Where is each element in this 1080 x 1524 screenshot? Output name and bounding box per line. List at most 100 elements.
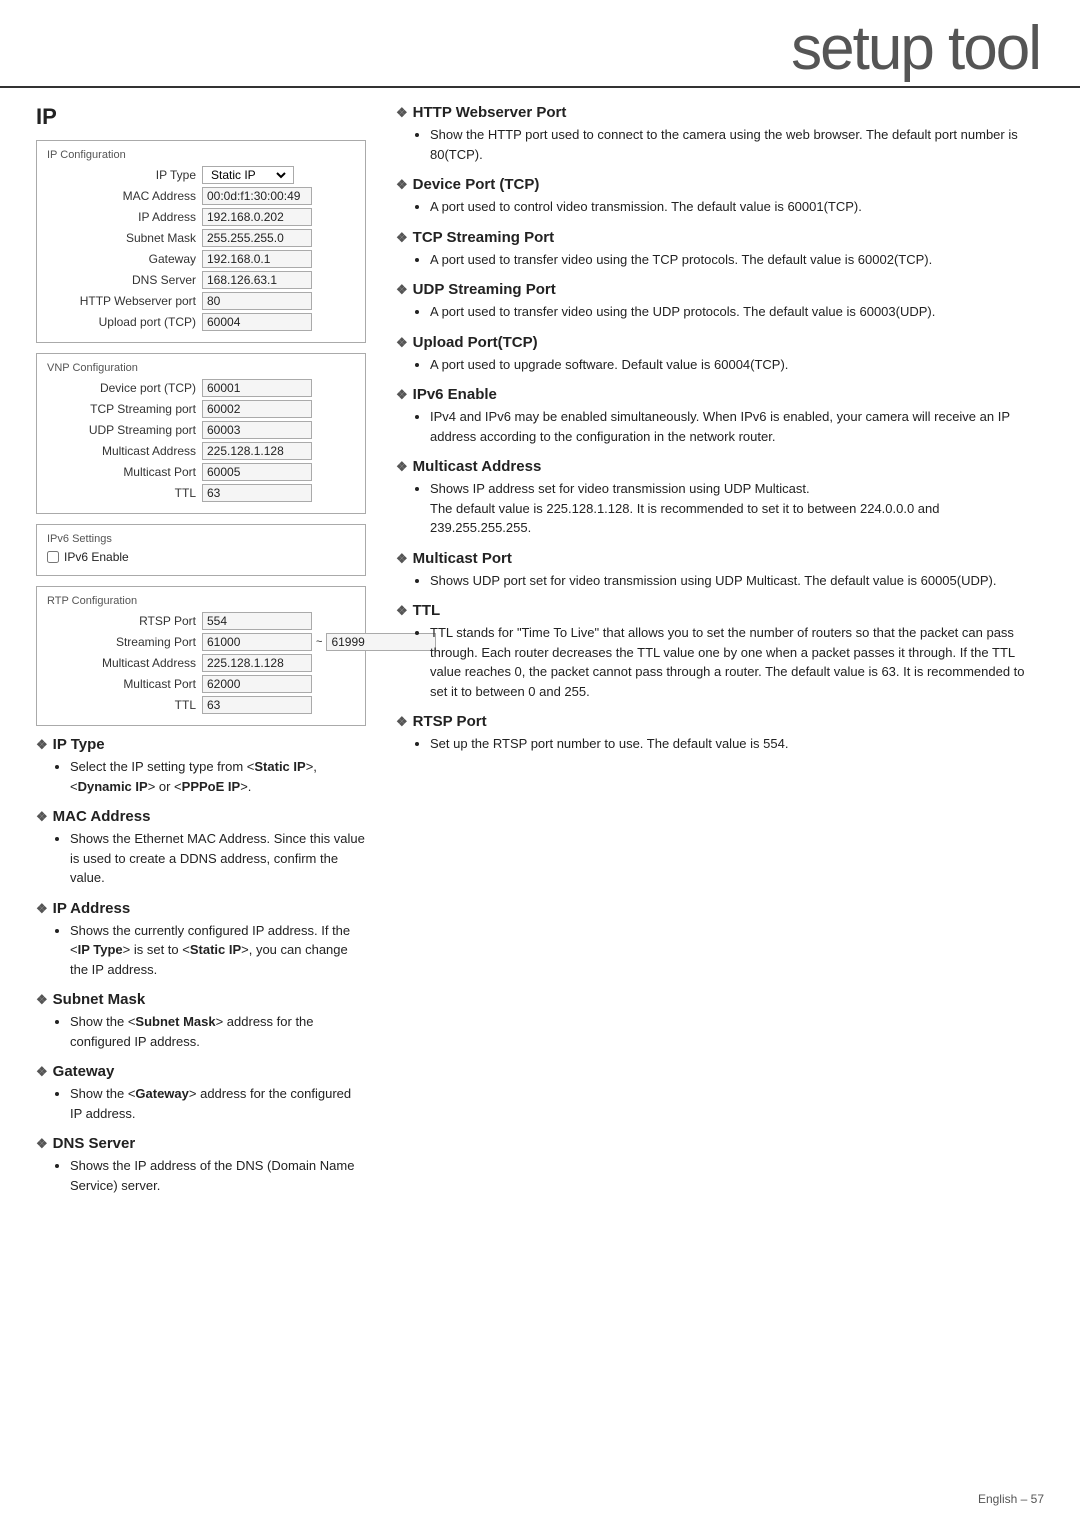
- ip-type-value[interactable]: Static IP Dynamic IP PPPoE IP: [202, 166, 294, 184]
- help-ttl: ❖ TTL TTL stands for "Time To Live" that…: [396, 602, 1044, 701]
- rtsp-port-label: RTSP Port: [47, 614, 202, 628]
- ipv6-config-title: IPv6 Settings: [47, 533, 355, 545]
- rtp-config-box: RTP Configuration RTSP Port 554 Streamin…: [36, 586, 366, 726]
- ip-address-value[interactable]: 192.168.0.202: [202, 208, 312, 226]
- vnp-multicast-port-value[interactable]: 60005: [202, 463, 312, 481]
- diamond-icon: ❖: [396, 230, 408, 246]
- udp-streaming-port-label: UDP Streaming port: [47, 423, 202, 437]
- ipv6-enable-label: IPv6 Enable: [64, 550, 129, 564]
- vnp-multicast-addr-value[interactable]: 225.128.1.128: [202, 442, 312, 460]
- rtp-multicast-addr-label: Multicast Address: [47, 656, 202, 670]
- rtp-multicast-port-value[interactable]: 62000: [202, 675, 312, 693]
- diamond-icon: ❖: [36, 737, 48, 753]
- upload-port-label: Upload port (TCP): [47, 315, 202, 329]
- http-port-value[interactable]: 80: [202, 292, 312, 310]
- mac-address-label: MAC Address: [47, 189, 202, 203]
- help-multicast-port-heading: Multicast Port: [413, 550, 512, 567]
- help-device-port-heading: Device Port (TCP): [413, 176, 540, 193]
- help-tcp-streaming-heading: TCP Streaming Port: [413, 229, 554, 246]
- udp-streaming-port-value[interactable]: 60003: [202, 421, 312, 439]
- help-upload-port-tcp: ❖ Upload Port(TCP) A port used to upgrad…: [396, 334, 1044, 375]
- help-ip-address-heading: IP Address: [53, 900, 131, 917]
- diamond-icon: ❖: [396, 387, 408, 403]
- rtp-multicast-addr-row: Multicast Address 225.128.1.128: [47, 654, 355, 672]
- gateway-value[interactable]: 192.168.0.1: [202, 250, 312, 268]
- vnp-ttl-label: TTL: [47, 486, 202, 500]
- ipv6-enable-checkbox[interactable]: [47, 551, 59, 563]
- vnp-multicast-addr-label: Multicast Address: [47, 444, 202, 458]
- help-http-port-text: Show the HTTP port used to connect to th…: [430, 125, 1044, 164]
- help-gateway-text: Show the <Gateway> address for the confi…: [70, 1084, 366, 1123]
- diamond-icon: ❖: [36, 901, 48, 917]
- vnp-ttl-value[interactable]: 63: [202, 484, 312, 502]
- help-dns-text: Shows the IP address of the DNS (Domain …: [70, 1156, 366, 1195]
- ip-address-label: IP Address: [47, 210, 202, 224]
- vnp-multicast-addr-row: Multicast Address 225.128.1.128: [47, 442, 355, 460]
- help-tcp-streaming: ❖ TCP Streaming Port A port used to tran…: [396, 229, 1044, 270]
- tcp-streaming-port-row: TCP Streaming port 60002: [47, 400, 355, 418]
- upload-port-value[interactable]: 60004: [202, 313, 312, 331]
- help-ip-type-text: Select the IP setting type from <Static …: [70, 757, 366, 796]
- help-subnet-text: Show the <Subnet Mask> address for the c…: [70, 1012, 366, 1051]
- ip-config-title: IP Configuration: [47, 149, 355, 161]
- help-http-port-heading: HTTP Webserver Port: [413, 104, 567, 121]
- help-gateway-heading: Gateway: [53, 1063, 115, 1080]
- help-ipv6-heading: IPv6 Enable: [413, 386, 497, 403]
- ipv6-config-box: IPv6 Settings IPv6 Enable: [36, 524, 366, 576]
- help-upload-port-text: A port used to upgrade software. Default…: [430, 355, 1044, 375]
- rtp-ttl-label: TTL: [47, 698, 202, 712]
- help-udp-streaming-text: A port used to transfer video using the …: [430, 302, 1044, 322]
- dns-server-value[interactable]: 168.126.63.1: [202, 271, 312, 289]
- help-multicast-addr-text: Shows IP address set for video transmiss…: [430, 479, 1044, 538]
- rtp-multicast-addr-value[interactable]: 225.128.1.128: [202, 654, 312, 672]
- streaming-port-start[interactable]: 61000: [202, 633, 312, 651]
- http-port-row: HTTP Webserver port 80: [47, 292, 355, 310]
- rtp-multicast-port-row: Multicast Port 62000: [47, 675, 355, 693]
- help-ipv6-enable: ❖ IPv6 Enable IPv4 and IPv6 may be enabl…: [396, 386, 1044, 446]
- rtp-ttl-value[interactable]: 63: [202, 696, 312, 714]
- ipv6-enable-row: IPv6 Enable: [47, 550, 355, 564]
- help-ipv6-text: IPv4 and IPv6 may be enabled simultaneou…: [430, 407, 1044, 446]
- udp-streaming-port-row: UDP Streaming port 60003: [47, 421, 355, 439]
- diamond-icon: ❖: [36, 992, 48, 1008]
- streaming-port-row: Streaming Port 61000 ~ 61999: [47, 633, 355, 651]
- ip-type-select[interactable]: Static IP Dynamic IP PPPoE IP: [207, 167, 289, 183]
- help-mac-text: Shows the Ethernet MAC Address. Since th…: [70, 829, 366, 888]
- rtp-ttl-row: TTL 63: [47, 696, 355, 714]
- vnp-device-port-value[interactable]: 60001: [202, 379, 312, 397]
- ip-type-label: IP Type: [47, 168, 202, 182]
- help-ip-type-heading: IP Type: [53, 736, 105, 753]
- help-mac-address: ❖ MAC Address Shows the Ethernet MAC Add…: [36, 808, 366, 888]
- vnp-device-port-row: Device port (TCP) 60001: [47, 379, 355, 397]
- vnp-device-port-label: Device port (TCP): [47, 381, 202, 395]
- streaming-port-label: Streaming Port: [47, 635, 202, 649]
- help-ttl-heading: TTL: [413, 602, 441, 619]
- help-ip-address: ❖ IP Address Shows the currently configu…: [36, 900, 366, 980]
- tcp-streaming-port-value[interactable]: 60002: [202, 400, 312, 418]
- help-rtsp-text: Set up the RTSP port number to use. The …: [430, 734, 1044, 754]
- help-udp-streaming-heading: UDP Streaming Port: [413, 281, 556, 298]
- rtsp-port-row: RTSP Port 554: [47, 612, 355, 630]
- diamond-icon: ❖: [396, 603, 408, 619]
- page-header: setup tool: [0, 0, 1080, 88]
- help-device-port-text: A port used to control video transmissio…: [430, 197, 1044, 217]
- vnp-config-title: VNP Configuration: [47, 362, 355, 374]
- help-gateway: ❖ Gateway Show the <Gateway> address for…: [36, 1063, 366, 1123]
- dns-server-row: DNS Server 168.126.63.1: [47, 271, 355, 289]
- help-tcp-streaming-text: A port used to transfer video using the …: [430, 250, 1044, 270]
- diamond-icon: ❖: [396, 177, 408, 193]
- upload-port-row: Upload port (TCP) 60004: [47, 313, 355, 331]
- subnet-mask-value[interactable]: 255.255.255.0: [202, 229, 312, 247]
- help-dns-server: ❖ DNS Server Shows the IP address of the…: [36, 1135, 366, 1195]
- left-column: IP IP Configuration IP Type Static IP Dy…: [36, 104, 366, 1207]
- rtsp-port-value[interactable]: 554: [202, 612, 312, 630]
- ip-address-row: IP Address 192.168.0.202: [47, 208, 355, 226]
- vnp-config-box: VNP Configuration Device port (TCP) 6000…: [36, 353, 366, 514]
- ip-config-box: IP Configuration IP Type Static IP Dynam…: [36, 140, 366, 343]
- help-multicast-port: ❖ Multicast Port Shows UDP port set for …: [396, 550, 1044, 591]
- diamond-icon: ❖: [396, 282, 408, 298]
- vnp-multicast-port-row: Multicast Port 60005: [47, 463, 355, 481]
- diamond-icon: ❖: [396, 459, 408, 475]
- gateway-row: Gateway 192.168.0.1: [47, 250, 355, 268]
- help-rtsp-port: ❖ RTSP Port Set up the RTSP port number …: [396, 713, 1044, 754]
